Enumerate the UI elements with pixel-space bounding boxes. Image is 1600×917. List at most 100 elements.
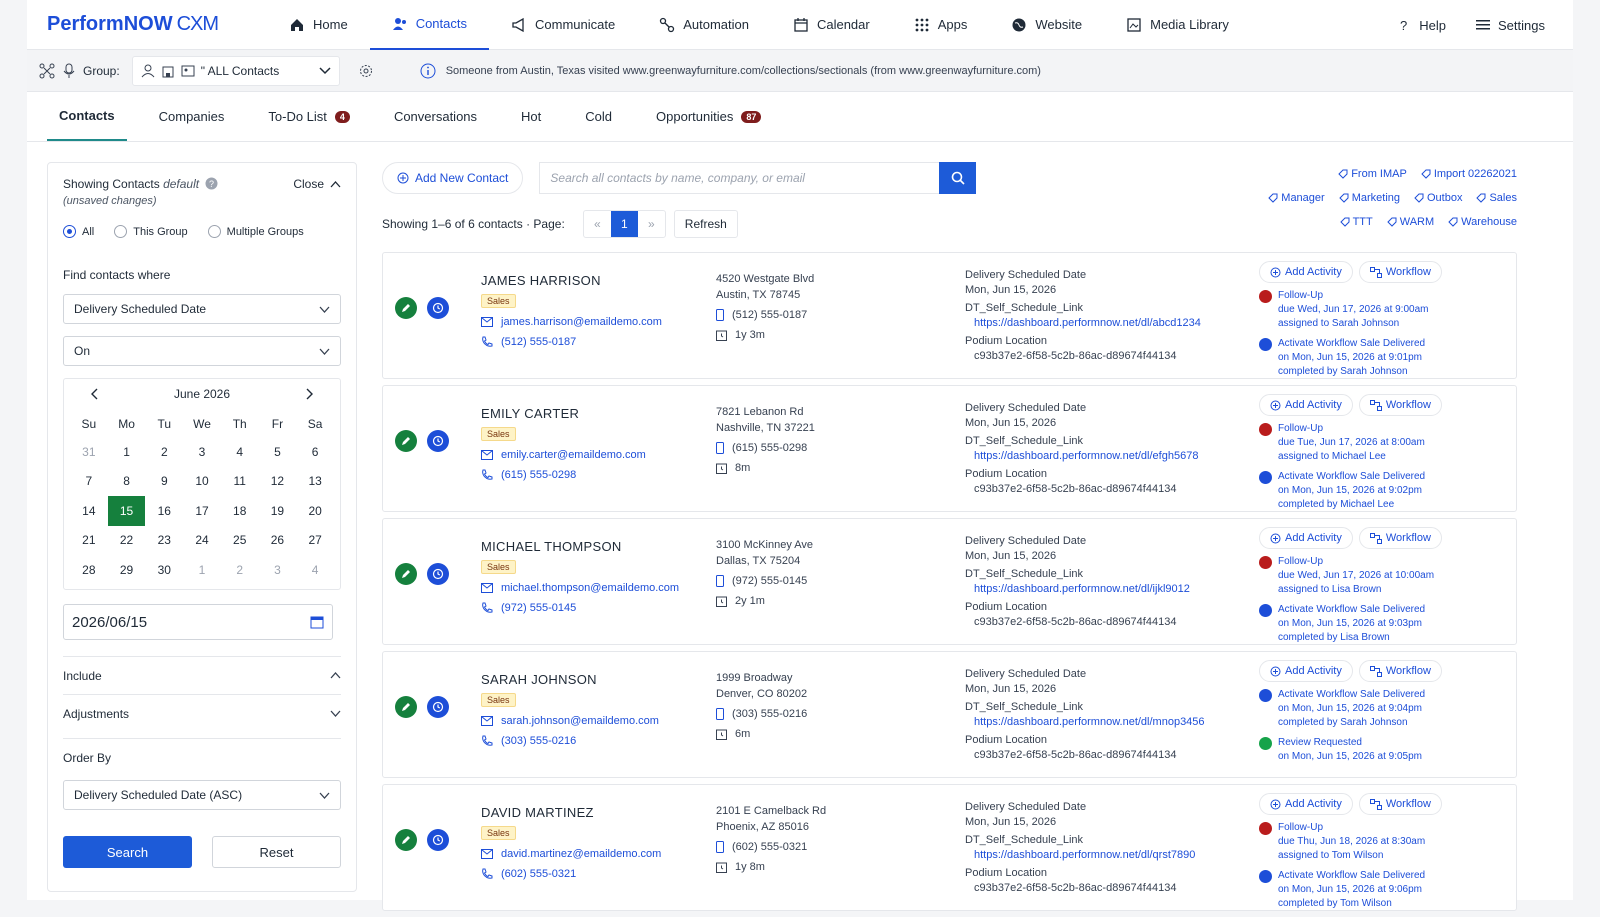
help-link[interactable]: ? Help	[1397, 18, 1446, 33]
edit-button[interactable]	[395, 696, 417, 718]
contact-phone[interactable]: (615) 555-0298	[481, 469, 701, 481]
calendar-day[interactable]: 1	[183, 555, 221, 585]
edit-button[interactable]	[395, 563, 417, 585]
operator-select[interactable]: On	[63, 336, 341, 366]
search-input[interactable]: Search all contacts by name, company, or…	[539, 162, 940, 194]
calendar-day[interactable]: 6	[296, 437, 334, 467]
calendar-day[interactable]: 4	[221, 437, 259, 467]
history-button[interactable]	[427, 696, 449, 718]
microphone-icon[interactable]	[63, 63, 75, 79]
activity-line[interactable]: Activate Workflow Sale Delivered	[1278, 603, 1425, 617]
activity-line[interactable]: Activate Workflow Sale Delivered	[1278, 470, 1425, 484]
tag-filter[interactable]: Marketing	[1338, 192, 1400, 204]
radio-all[interactable]: All	[63, 225, 94, 238]
activity-line[interactable]: Follow-Up	[1278, 821, 1425, 835]
contact-name[interactable]: JAMES HARRISON	[481, 273, 701, 288]
tab-to-do-list[interactable]: To-Do List 4	[256, 92, 362, 141]
calendar-day[interactable]: 19	[259, 496, 297, 526]
nav-home[interactable]: Home	[267, 0, 370, 50]
prev-page-button[interactable]: «	[584, 211, 611, 237]
calendar-day[interactable]: 26	[259, 526, 297, 556]
activity-line[interactable]: Activate Workflow Sale Delivered	[1278, 869, 1425, 883]
brand-logo[interactable]: PerformNOW CXM	[27, 13, 267, 36]
field-select[interactable]: Delivery Scheduled Date	[63, 294, 341, 324]
tag-filter[interactable]: Warehouse	[1448, 216, 1517, 228]
history-button[interactable]	[427, 829, 449, 851]
calendar-day[interactable]: 25	[221, 526, 259, 556]
add-activity-button[interactable]: Add Activity	[1259, 660, 1353, 682]
search-button[interactable]: Search	[63, 836, 192, 868]
calendar-day[interactable]: 2	[221, 555, 259, 585]
search-submit-button[interactable]	[939, 162, 977, 194]
tag-filter[interactable]: Manager	[1268, 192, 1325, 204]
calendar-day[interactable]: 30	[145, 555, 183, 585]
nav-calendar[interactable]: Calendar	[771, 0, 892, 50]
workflow-button[interactable]: Workflow	[1358, 660, 1442, 682]
tab-hot[interactable]: Hot	[509, 92, 553, 141]
nav-website[interactable]: Website	[989, 0, 1104, 50]
activity-line[interactable]: Review Requested	[1278, 736, 1422, 750]
chevron-right-icon[interactable]	[306, 388, 314, 400]
edit-button[interactable]	[395, 297, 417, 319]
gear-icon[interactable]	[358, 63, 374, 79]
calendar-day[interactable]: 9	[145, 467, 183, 497]
contact-name[interactable]: SARAH JOHNSON	[481, 672, 701, 687]
calendar-day[interactable]: 31	[70, 437, 108, 467]
calendar-day[interactable]: 21	[70, 526, 108, 556]
calendar-day[interactable]: 20	[296, 496, 334, 526]
calendar-day[interactable]: 11	[221, 467, 259, 497]
contact-phone[interactable]: (972) 555-0145	[481, 602, 701, 614]
calendar-day[interactable]: 7	[70, 467, 108, 497]
reset-button[interactable]: Reset	[212, 836, 341, 868]
tag-filter[interactable]: From IMAP	[1338, 168, 1407, 180]
activity-line[interactable]: Follow-Up	[1278, 422, 1425, 436]
calendar-day[interactable]: 18	[221, 496, 259, 526]
nav-apps[interactable]: Apps	[892, 0, 990, 50]
refresh-button[interactable]: Refresh	[673, 210, 738, 238]
contact-phone[interactable]: (512) 555-0187	[481, 336, 701, 348]
calendar-day[interactable]: 24	[183, 526, 221, 556]
calendar-day[interactable]: 15	[107, 496, 146, 526]
order-by-select[interactable]: Delivery Scheduled Date (ASC)	[63, 780, 341, 810]
activity-line[interactable]: Follow-Up	[1278, 289, 1428, 303]
contact-email[interactable]: james.harrison@emaildemo.com	[481, 316, 701, 328]
calendar-day[interactable]: 1	[108, 437, 146, 467]
add-new-contact-button[interactable]: Add New Contact	[382, 162, 524, 194]
current-page[interactable]: 1	[610, 211, 638, 237]
calendar-day[interactable]: 16	[145, 496, 183, 526]
calendar-day[interactable]: 14	[70, 496, 108, 526]
edit-button[interactable]	[395, 430, 417, 452]
contact-name[interactable]: MICHAEL THOMPSON	[481, 539, 701, 554]
radio-this-group[interactable]: This Group	[114, 225, 188, 238]
contact-email[interactable]: david.martinez@emaildemo.com	[481, 848, 701, 860]
calendar-day[interactable]: 13	[296, 467, 334, 497]
nav-automation[interactable]: Automation	[637, 0, 771, 50]
network-icon[interactable]	[39, 63, 55, 79]
calendar-day[interactable]: 28	[70, 555, 108, 585]
tag-filter[interactable]: Sales	[1476, 192, 1517, 204]
add-activity-button[interactable]: Add Activity	[1259, 394, 1353, 416]
history-button[interactable]	[427, 297, 449, 319]
add-activity-button[interactable]: Add Activity	[1259, 261, 1353, 283]
tag-filter[interactable]: WARM	[1387, 216, 1434, 228]
calendar-day[interactable]: 3	[183, 437, 221, 467]
calendar-day[interactable]: 3	[259, 555, 297, 585]
tag-filter[interactable]: TTT	[1339, 216, 1373, 228]
tab-cold[interactable]: Cold	[573, 92, 624, 141]
add-activity-button[interactable]: Add Activity	[1259, 793, 1353, 815]
calendar-day[interactable]: 12	[259, 467, 297, 497]
history-button[interactable]	[427, 563, 449, 585]
edit-button[interactable]	[395, 829, 417, 851]
contact-email[interactable]: michael.thompson@emaildemo.com	[481, 582, 701, 594]
close-filter-button[interactable]: Close	[293, 177, 341, 191]
contact-name[interactable]: EMILY CARTER	[481, 406, 701, 421]
calendar-day[interactable]: 27	[296, 526, 334, 556]
workflow-button[interactable]: Workflow	[1358, 394, 1442, 416]
calendar-day[interactable]: 8	[108, 467, 146, 497]
include-accordion[interactable]: Include	[63, 656, 341, 694]
tab-contacts[interactable]: Contacts	[47, 92, 127, 141]
nav-media-library[interactable]: Media Library	[1104, 0, 1251, 50]
activity-line[interactable]: Follow-Up	[1278, 555, 1434, 569]
tag-filter[interactable]: Outbox	[1414, 192, 1462, 204]
schedule-link[interactable]: https://dashboard.performnow.net/dl/qrst…	[974, 849, 1255, 861]
